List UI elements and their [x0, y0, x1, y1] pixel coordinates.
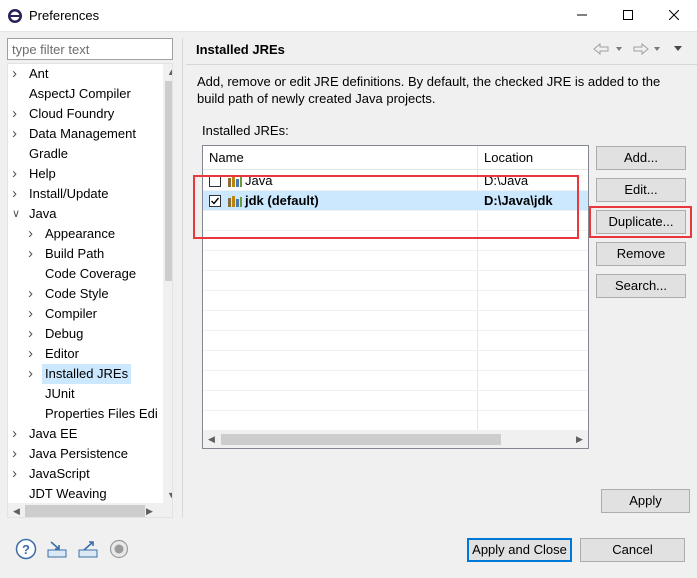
empty-table-row	[203, 271, 588, 291]
preferences-tree[interactable]: › Ant AspectJ Compiler › Cloud Foundry › Data …	[7, 63, 173, 518]
tree-item-label: Editor	[45, 346, 79, 361]
highlight-annotation-duplicate	[589, 206, 692, 238]
minimize-icon	[577, 14, 587, 16]
tree-item-label: JDT Weaving	[29, 486, 107, 501]
back-menu-chevron-icon[interactable]	[616, 47, 622, 51]
tree-item-label: Java	[29, 206, 57, 221]
tree-item-label: Gradle	[29, 146, 69, 161]
tree-item-label: Cloud Foundry	[29, 106, 115, 121]
tree-item-label: Code Style	[45, 286, 109, 301]
empty-table-row	[203, 251, 588, 271]
close-button[interactable]	[651, 0, 697, 32]
scroll-right-icon[interactable]: ▶	[141, 503, 158, 517]
expand-chevron-right-icon[interactable]: ›	[12, 124, 22, 144]
highlight-annotation-rows	[193, 175, 579, 239]
tree-item-label: Properties Files Edi	[45, 406, 158, 421]
empty-table-row	[203, 311, 588, 331]
scroll-left-icon[interactable]: ◀	[203, 431, 220, 448]
eclipse-icon	[8, 9, 22, 23]
column-header-name[interactable]: Name	[203, 146, 477, 170]
tree-item-label: Help	[29, 166, 56, 181]
scroll-thumb[interactable]	[165, 81, 172, 281]
tree-item-label: Code Coverage	[45, 266, 137, 281]
column-header-location[interactable]: Location	[478, 146, 588, 170]
expand-chevron-right-icon[interactable]: ›	[28, 304, 38, 324]
add-button[interactable]: Add...	[596, 146, 686, 170]
import-icon[interactable]	[46, 538, 68, 560]
expand-chevron-right-icon[interactable]: ›	[12, 64, 22, 84]
expand-chevron-right-icon[interactable]: ›	[28, 324, 38, 344]
scroll-left-icon[interactable]: ◀	[8, 503, 25, 517]
search-button[interactable]: Search...	[596, 274, 686, 298]
cancel-button[interactable]: Cancel	[580, 538, 685, 562]
expand-chevron-right-icon[interactable]: ›	[12, 464, 22, 484]
empty-table-row	[203, 291, 588, 311]
tree-item-label: Ant	[29, 66, 49, 81]
title-bar: Preferences	[0, 0, 697, 32]
expand-chevron-right-icon[interactable]: ›	[28, 224, 38, 244]
tree-item-label: Install/Update	[29, 186, 109, 201]
table-horizontal-scrollbar[interactable]: ◀ ▶	[203, 431, 588, 448]
expand-chevron-right-icon[interactable]: ›	[12, 444, 22, 464]
tree-item-label: Build Path	[45, 246, 105, 261]
help-icon[interactable]: ?	[15, 538, 37, 560]
empty-table-row	[203, 371, 588, 391]
back-arrow-icon[interactable]	[593, 42, 609, 56]
scroll-thumb[interactable]	[25, 505, 145, 517]
scroll-down-icon[interactable]: ▼	[163, 487, 172, 504]
empty-table-row	[203, 391, 588, 411]
tree-horizontal-scrollbar[interactable]: ◀ ▶	[8, 503, 172, 517]
installed-jres-label: Installed JREs:	[202, 123, 289, 138]
tree-item-label: Compiler	[45, 306, 98, 321]
forward-menu-chevron-icon[interactable]	[654, 47, 660, 51]
tree-item-label: AspectJ Compiler	[29, 86, 131, 101]
tree-item-label: JavaScript	[29, 466, 90, 481]
window-title: Preferences	[29, 8, 100, 23]
expand-chevron-right-icon[interactable]: ›	[28, 344, 38, 364]
edit-button[interactable]: Edit...	[596, 178, 686, 202]
view-menu-chevron-icon[interactable]	[674, 46, 682, 51]
close-icon	[668, 9, 680, 21]
tree-item-label: Java Persistence	[29, 446, 128, 461]
record-icon[interactable]	[108, 538, 130, 560]
header-divider	[186, 64, 697, 65]
tree-vertical-scrollbar[interactable]: ▲ ▼	[163, 64, 172, 504]
apply-button[interactable]: Apply	[601, 489, 690, 513]
sash-divider[interactable]	[182, 38, 183, 518]
filter-input[interactable]	[7, 38, 173, 60]
page-title: Installed JREs	[196, 42, 285, 57]
maximize-icon	[623, 10, 633, 20]
empty-table-row	[203, 331, 588, 351]
page-navigation	[590, 40, 690, 58]
expand-chevron-right-icon[interactable]: ›	[12, 104, 22, 124]
tree-item-label: Appearance	[45, 226, 116, 241]
export-icon[interactable]	[77, 538, 99, 560]
expand-chevron-right-icon[interactable]: ›	[12, 184, 22, 204]
svg-text:?: ?	[22, 542, 30, 557]
scroll-up-icon[interactable]: ▲	[163, 64, 172, 81]
expand-chevron-right-icon[interactable]: ›	[12, 424, 22, 444]
tree-item-label: Installed JREs	[42, 364, 132, 384]
expand-chevron-right-icon[interactable]: ›	[28, 284, 38, 304]
tree-item-label: Data Management	[29, 126, 136, 141]
expand-chevron-down-icon[interactable]: ∨	[12, 204, 22, 224]
empty-table-row	[203, 411, 588, 431]
tree-item-label: Debug	[45, 326, 84, 341]
apply-and-close-button[interactable]: Apply and Close	[467, 538, 572, 562]
maximize-button[interactable]	[605, 0, 651, 32]
tree-item-label: JUnit	[45, 386, 75, 401]
remove-button[interactable]: Remove	[596, 242, 686, 266]
scroll-right-icon[interactable]: ▶	[571, 431, 588, 448]
minimize-button[interactable]	[559, 0, 605, 32]
tree-item-label: Java EE	[29, 426, 78, 441]
scroll-thumb[interactable]	[221, 434, 501, 445]
expand-chevron-right-icon[interactable]: ›	[28, 364, 38, 384]
empty-table-row	[203, 351, 588, 371]
forward-arrow-icon[interactable]	[633, 42, 649, 56]
expand-chevron-right-icon[interactable]: ›	[12, 164, 22, 184]
page-description: Add, remove or edit JRE definitions. By …	[197, 74, 661, 106]
expand-chevron-right-icon[interactable]: ›	[28, 244, 38, 264]
